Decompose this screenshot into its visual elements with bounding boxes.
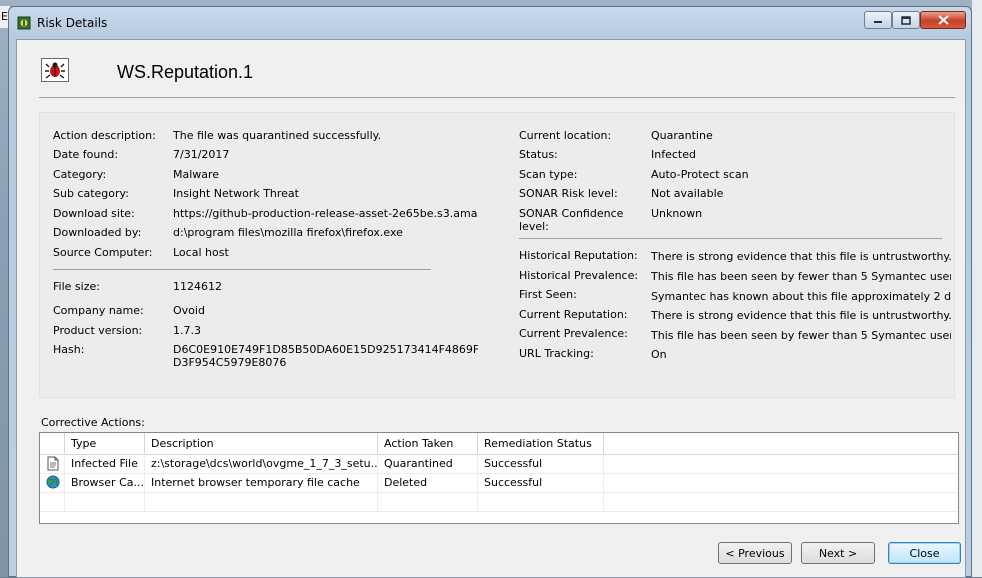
value-file-size: 1124612	[173, 280, 222, 293]
value-category: Malware	[173, 168, 220, 181]
column-header-description[interactable]: Description	[145, 433, 378, 454]
label-url-tracking: URL Tracking:	[519, 347, 594, 360]
row-remediation-status: Successful	[478, 473, 604, 492]
label-current-location: Current location:	[519, 129, 612, 142]
column-header-action-taken[interactable]: Action Taken	[378, 433, 478, 454]
row-action-taken: Quarantined	[378, 454, 478, 473]
row-type: Infected File	[65, 454, 145, 473]
label-category: Category:	[53, 168, 107, 181]
value-historical-reputation: There is strong evidence that this file …	[651, 250, 951, 263]
corrective-actions-list[interactable]: Type Description Action Taken Remediatio…	[39, 432, 959, 524]
next-button[interactable]: Next >	[801, 542, 875, 564]
label-sonar-confidence-line2: level:	[519, 220, 549, 233]
label-current-reputation: Current Reputation:	[519, 308, 628, 321]
header-divider	[39, 97, 955, 98]
label-source-computer: Source Computer:	[53, 246, 153, 259]
maximize-icon	[893, 12, 919, 28]
previous-button[interactable]: < Previous	[718, 542, 792, 564]
label-hash: Hash:	[53, 343, 85, 356]
document-icon	[47, 456, 59, 471]
threat-name: WS.Reputation.1	[117, 62, 254, 82]
value-sonar-confidence: Unknown	[651, 207, 703, 220]
label-product-version: Product version:	[53, 324, 143, 337]
value-action-description: The file was quarantined successfully.	[173, 129, 382, 142]
value-sub-category: Insight Network Threat	[173, 187, 299, 200]
label-sonar-risk-level: SONAR Risk level:	[519, 187, 618, 200]
close-window-button[interactable]	[920, 11, 966, 29]
globe-icon	[46, 475, 60, 489]
label-current-prevalence: Current Prevalence:	[519, 327, 628, 340]
label-status: Status:	[519, 148, 558, 161]
table-row-empty	[40, 492, 958, 512]
left-divider	[53, 269, 431, 270]
close-button[interactable]: Close	[888, 542, 961, 564]
minimize-icon	[865, 12, 891, 28]
title-bar[interactable]: Risk Details	[9, 7, 971, 37]
risk-details-window: Risk Details WS.Reputation.1 Action desc…	[8, 6, 972, 578]
value-download-site: https://github-production-release-asset-…	[173, 207, 478, 220]
label-sub-category: Sub category:	[53, 187, 129, 200]
value-hash-line2: D3F954C5979E8076	[173, 356, 287, 369]
bug-icon	[45, 62, 65, 79]
label-date-found: Date found:	[53, 148, 119, 161]
value-status: Infected	[651, 148, 696, 161]
right-divider	[519, 238, 942, 239]
value-current-reputation: There is strong evidence that this file …	[651, 309, 951, 322]
value-url-tracking: On	[651, 348, 667, 361]
list-header: Type Description Action Taken Remediatio…	[40, 433, 958, 455]
value-hash-line1: D6C0E910E749F1D85B50DA60E15D925173414F48…	[173, 343, 478, 356]
table-row[interactable]: Infected File z:\storage\dcs\world\ovgme…	[40, 454, 958, 474]
minimize-button[interactable]	[864, 11, 892, 29]
label-action-description: Action description:	[53, 129, 156, 142]
shield-icon	[17, 16, 31, 30]
label-first-seen: First Seen:	[519, 288, 577, 301]
value-product-version: 1.7.3	[173, 324, 201, 337]
window-title: Risk Details	[37, 16, 108, 30]
row-description: Internet browser temporary file cache	[145, 473, 378, 492]
label-historical-reputation: Historical Reputation:	[519, 249, 638, 262]
label-scan-type: Scan type:	[519, 168, 578, 181]
value-first-seen: Symantec has known about this file appro…	[651, 290, 951, 303]
threat-icon	[41, 58, 69, 82]
label-company-name: Company name:	[53, 304, 144, 317]
label-file-size: File size:	[53, 280, 100, 293]
label-historical-prevalence: Historical Prevalence:	[519, 269, 639, 282]
dialog-client-area: WS.Reputation.1 Action description: The …	[16, 39, 966, 578]
details-panel: Action description: The file was quarant…	[39, 112, 955, 398]
table-row[interactable]: Browser Ca... Internet browser temporary…	[40, 473, 958, 493]
column-header-icon[interactable]	[40, 433, 65, 454]
close-icon	[921, 12, 965, 28]
column-header-remediation-status[interactable]: Remediation Status	[478, 433, 604, 454]
value-company-name: Ovoid	[173, 304, 205, 317]
row-action-taken: Deleted	[378, 473, 478, 492]
row-description: z:\storage\dcs\world\ovgme_1_7_3_setu...	[145, 454, 378, 473]
value-downloaded-by: d:\program files\mozilla firefox\firefox…	[173, 226, 403, 239]
maximize-button[interactable]	[892, 11, 920, 29]
value-scan-type: Auto-Protect scan	[651, 168, 749, 181]
corrective-actions-label: Corrective Actions:	[41, 416, 145, 429]
value-historical-prevalence: This file has been seen by fewer than 5 …	[651, 270, 951, 283]
value-sonar-risk-level: Not available	[651, 187, 724, 200]
label-downloaded-by: Downloaded by:	[53, 226, 142, 239]
row-remediation-status: Successful	[478, 454, 604, 473]
label-download-site: Download site:	[53, 207, 135, 220]
row-type: Browser Ca...	[65, 473, 145, 492]
value-current-prevalence: This file has been seen by fewer than 5 …	[651, 329, 951, 342]
column-header-type[interactable]: Type	[65, 433, 145, 454]
value-source-computer: Local host	[173, 246, 229, 259]
value-date-found: 7/31/2017	[173, 148, 230, 161]
background-window-right	[972, 0, 982, 577]
value-current-location: Quarantine	[651, 129, 713, 142]
label-sonar-confidence: SONAR Confidence	[519, 207, 624, 220]
